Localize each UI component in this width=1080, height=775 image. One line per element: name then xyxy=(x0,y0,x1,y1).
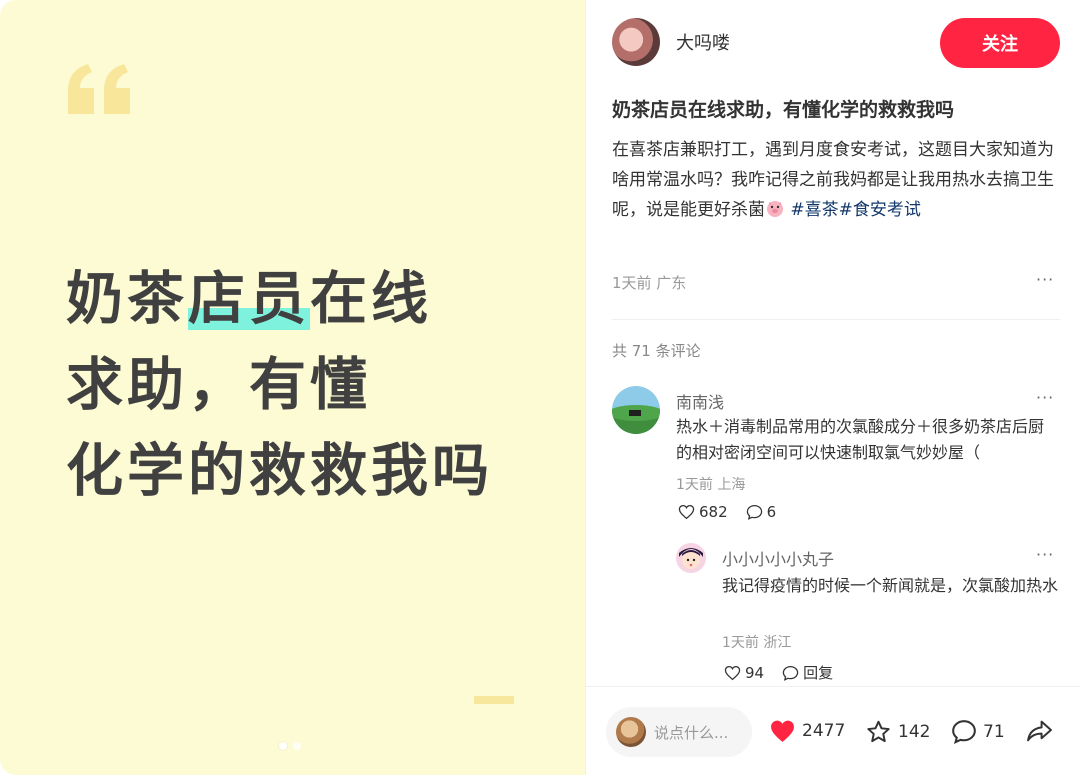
commenter-avatar[interactable] xyxy=(612,386,660,434)
comment-reply-button[interactable]: 回复 xyxy=(782,662,833,683)
comment-like-button[interactable]: 94 xyxy=(724,664,764,682)
heart-filled-icon xyxy=(771,720,794,742)
note-image[interactable]: 奶茶店员在线 求助，有懂 化学的救救我吗 xyxy=(0,0,585,775)
note-description: 在喜茶店兼职打工，遇到月度食安考试，这题目大家知道为啥用常温水吗？我咋记得之前我… xyxy=(612,135,1057,225)
comment-input[interactable]: 说点什么... xyxy=(606,707,752,757)
chat-bubble-icon xyxy=(782,665,799,681)
tag-link[interactable]: #喜茶 xyxy=(790,200,838,220)
more-options-icon[interactable]: ··· xyxy=(1036,270,1054,289)
commenter-name[interactable]: 小小小小小丸子 xyxy=(722,546,834,570)
interaction-bar: 说点什么... 2477 142 71 xyxy=(586,686,1080,775)
comment-count: 71 xyxy=(983,721,1005,742)
chat-bubble-icon xyxy=(952,720,976,744)
comment-reply-button[interactable]: 6 xyxy=(746,503,777,521)
comment-total: 共 71 条评论 xyxy=(612,342,701,360)
chat-bubble-icon xyxy=(746,504,762,520)
divider xyxy=(612,319,1060,320)
share-button[interactable] xyxy=(1026,719,1053,743)
note-meta: 1天前 广东 xyxy=(612,274,687,292)
cover-line-2: 求助，有懂 xyxy=(66,352,371,418)
like-count: 682 xyxy=(699,503,728,521)
author-avatar[interactable] xyxy=(612,18,660,66)
comment-meta: 1天前 上海 xyxy=(676,477,746,493)
tag-link[interactable]: #食安考试 xyxy=(839,200,921,220)
reply-item: 小小小小小丸子 ··· 我记得疫情的时候一个新闻就是，次氯酸加热水 1天前 浙江… xyxy=(676,543,1060,686)
carousel-dot-1[interactable] xyxy=(279,742,287,750)
carousel-dot-2[interactable] xyxy=(293,742,301,750)
follow-button[interactable]: 关注 xyxy=(940,18,1060,68)
collect-button[interactable]: 142 xyxy=(865,719,930,745)
cover-highlight: 店员 xyxy=(188,266,310,332)
comment-more-icon[interactable]: ··· xyxy=(1036,545,1054,564)
cover-text: 奶茶店员在线 求助，有懂 化学的救救我吗 xyxy=(66,256,493,514)
commenter-avatar[interactable] xyxy=(676,543,706,573)
reply-count: 6 xyxy=(766,503,777,521)
collect-count: 142 xyxy=(898,722,931,742)
comment-meta: 1天前 浙江 xyxy=(722,635,792,651)
comment-more-icon[interactable]: ··· xyxy=(1036,388,1054,407)
comment-text: 我记得疫情的时候一个新闻就是，次氯酸加热水 xyxy=(722,576,1059,595)
note-sidebar: 大吗喽 关注 奶茶店员在线求助，有懂化学的救救我吗 在喜茶店兼职打工，遇到月度食… xyxy=(585,0,1080,775)
comment-actions: 94 回复 xyxy=(724,662,833,683)
comment-input-placeholder: 说点什么... xyxy=(654,723,729,742)
star-outline-icon xyxy=(867,720,890,743)
pig-emoji-icon xyxy=(767,201,783,217)
quote-mark-icon xyxy=(68,64,130,114)
cover-line-3: 化学的救救我吗 xyxy=(66,438,493,504)
author-info[interactable]: 大吗喽 xyxy=(612,18,730,66)
note-title: 奶茶店员在线求助，有懂化学的救救我吗 xyxy=(612,99,955,121)
reply-label: 回复 xyxy=(803,664,834,682)
user-avatar xyxy=(616,717,646,747)
like-count: 94 xyxy=(745,663,765,682)
comment-button[interactable]: 71 xyxy=(951,719,1005,744)
comment-actions: 682 6 xyxy=(678,503,776,521)
author-name[interactable]: 大吗喽 xyxy=(676,29,730,55)
comment-like-button[interactable]: 682 xyxy=(678,503,728,521)
share-icon xyxy=(1027,720,1052,742)
comment-item: 南南浅 ··· 热水＋消毒制品常用的次氯酸成分＋很多奶茶店后厨的相对密闭空间可以… xyxy=(612,386,1060,531)
heart-outline-icon xyxy=(724,665,741,680)
cover-line-1: 奶茶店员在线 xyxy=(66,266,432,332)
note-detail: 奶茶店员在线 求助，有懂 化学的救救我吗 大吗喽 关注 奶茶店员在线求助，有懂化… xyxy=(0,0,1080,775)
like-count: 2477 xyxy=(802,721,846,741)
carousel-dots[interactable] xyxy=(279,742,301,750)
commenter-name[interactable]: 南南浅 xyxy=(676,389,724,413)
decorative-bar xyxy=(474,696,514,704)
like-button[interactable]: 2477 xyxy=(769,719,845,743)
comment-text: 热水＋消毒制品常用的次氯酸成分＋很多奶茶店后厨的相对密闭空间可以快速制取氯气妙妙… xyxy=(676,417,1045,462)
heart-outline-icon xyxy=(678,504,695,520)
